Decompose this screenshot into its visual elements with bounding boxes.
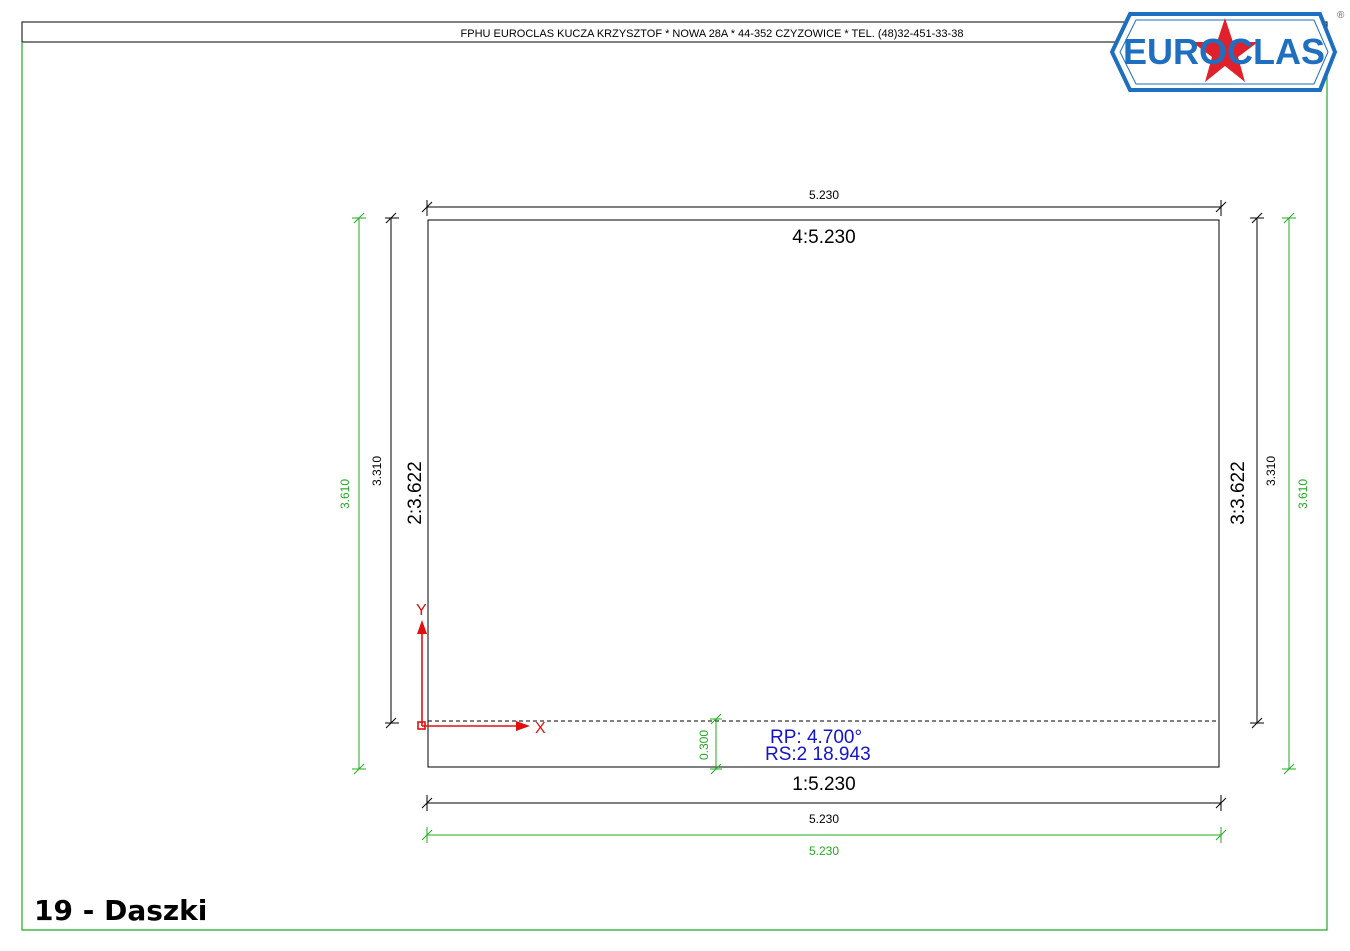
edge-left-label: 2:3.622 — [405, 461, 426, 524]
registered-mark: ® — [1337, 10, 1345, 21]
dim-overhang — [710, 713, 722, 775]
roof-panel-outline — [427, 219, 1220, 768]
dim-bottom-width-green — [421, 827, 1227, 843]
rs-parameter: RS:2 18.943 — [765, 744, 871, 765]
page-title: 19 - Daszki — [34, 894, 207, 927]
dim-right-height-green-label: 3.610 — [1296, 479, 1310, 509]
dim-right-height-label: 3.310 — [1264, 456, 1278, 486]
company-address: FPHU EUROCLAS KUCZA KRZYSZTOF * NOWA 28A… — [461, 28, 964, 40]
dim-left-height-label: 3.310 — [370, 456, 384, 486]
dim-left-height — [385, 212, 399, 729]
dim-right-height-green — [1282, 212, 1296, 775]
technical-drawing: FPHU EUROCLAS KUCZA KRZYSZTOF * NOWA 28A… — [21, 10, 1345, 931]
dim-top-width — [421, 200, 1227, 216]
dim-overhang-label: 0.300 — [697, 730, 711, 760]
dim-bottom-width-green-label: 5.230 — [809, 844, 839, 858]
y-axis-label: Y — [416, 602, 427, 619]
coordinate-axes — [417, 620, 530, 731]
dim-top-width-label: 5.230 — [809, 188, 839, 202]
edge-top-label: 4:5.230 — [792, 227, 855, 248]
dim-left-height-green-label: 3.610 — [338, 479, 352, 509]
dim-right-height — [1250, 212, 1264, 729]
dim-bottom-width-label: 5.230 — [809, 812, 839, 826]
logo-text: EUROCLAS — [1123, 31, 1325, 72]
euroclas-logo: EUROCLAS ® — [1109, 10, 1345, 92]
edge-right-label: 3:3.622 — [1228, 461, 1249, 524]
page-frame — [21, 42, 1328, 931]
dim-bottom-width — [421, 795, 1227, 811]
x-axis-label: X — [535, 720, 546, 737]
edge-bottom-label: 1:5.230 — [792, 774, 855, 795]
dim-left-height-green — [352, 212, 366, 775]
